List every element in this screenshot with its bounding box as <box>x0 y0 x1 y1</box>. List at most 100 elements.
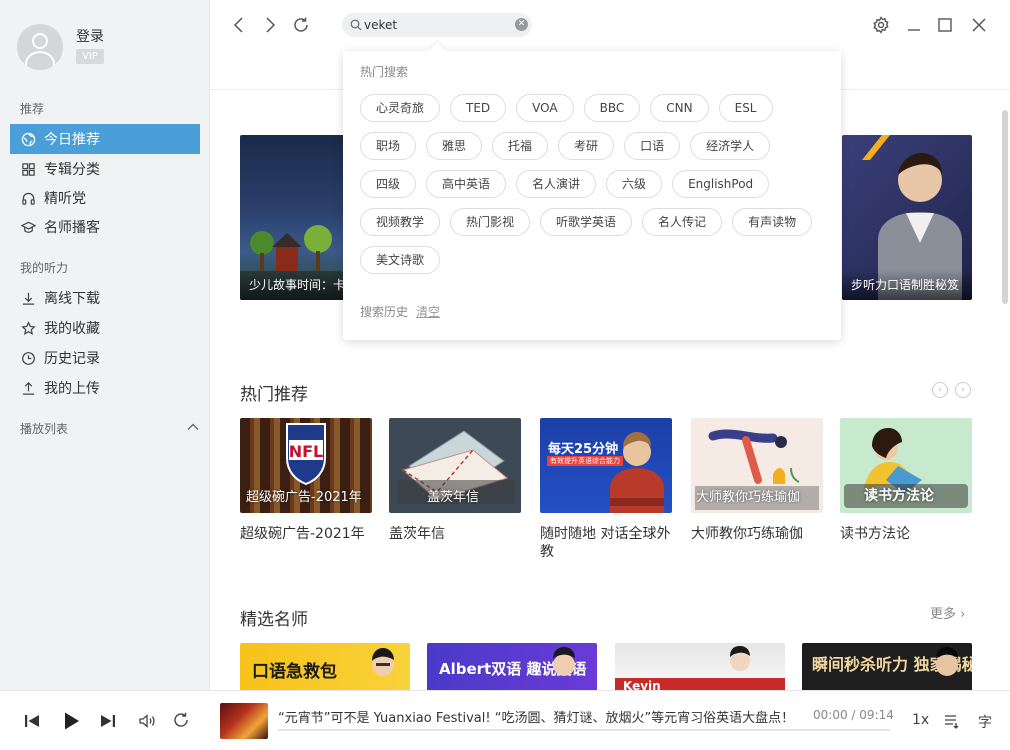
refresh-icon[interactable] <box>292 16 310 34</box>
hot-search-tag[interactable]: 心灵奇旅 <box>360 94 441 122</box>
teacher-card[interactable]: Kevin <box>615 643 785 690</box>
album-title: 读书方法论 <box>840 526 910 542</box>
close-icon[interactable] <box>970 16 988 34</box>
banner-listening-speaking[interactable]: 步听力口语制胜秘笈 <box>842 135 972 300</box>
hot-search-tag[interactable]: BBC <box>583 94 641 122</box>
sidebar-item-today[interactable]: 今日推荐 <box>10 124 200 154</box>
clear-history-link[interactable]: 清空 <box>416 305 440 319</box>
playlist-icon[interactable] <box>943 712 961 730</box>
sidebar-item-label: 离线下载 <box>44 291 100 307</box>
sidebar-item-teachers[interactable]: 名师播客 <box>10 212 200 242</box>
player-bar: “元宵节”可不是 Yuanxiao Festival! “吃汤圆、猜灯谜、放烟火… <box>0 690 1010 750</box>
sidebar-item-favorites[interactable]: 我的收藏 <box>10 313 200 343</box>
album-overlay-text: 超级碗广告-2021年 <box>246 490 362 505</box>
star-icon <box>20 320 36 336</box>
scrollbar[interactable] <box>1002 110 1008 304</box>
hot-search-tag[interactable]: 雅思 <box>426 132 483 160</box>
more-link[interactable]: 更多 › <box>930 603 965 622</box>
sidebar-item-category[interactable]: 专辑分类 <box>10 154 200 184</box>
hot-search-tag[interactable]: 名人传记 <box>642 208 723 236</box>
hot-search-tag[interactable]: 职场 <box>360 132 417 160</box>
sidebar-item-label: 我的收藏 <box>44 321 100 337</box>
settings-gear-icon[interactable] <box>872 16 890 34</box>
album-overlay-text: 大师教你巧练瑜伽 <box>696 490 801 505</box>
hot-search-tag[interactable]: 视频教学 <box>360 208 441 236</box>
hot-search-tag[interactable]: EnglishPod <box>672 170 770 198</box>
hot-search-tag[interactable]: 热门影视 <box>450 208 531 236</box>
lyrics-button[interactable]: 字 <box>978 712 992 732</box>
play-icon[interactable] <box>60 710 82 732</box>
search-input[interactable] <box>364 16 512 34</box>
maximize-icon[interactable] <box>936 16 954 34</box>
upload-icon <box>20 380 36 396</box>
sidebar-item-label: 历史记录 <box>44 351 100 367</box>
album-card[interactable]: 每天25分钟 有效提升英语综合能力 随时随地 对话全球外教 <box>540 418 672 561</box>
hot-search-tag[interactable]: CNN <box>650 94 709 122</box>
next-track-icon[interactable] <box>98 711 118 731</box>
current-time: 00:00 <box>813 708 848 722</box>
graduation-cap-icon <box>20 219 36 235</box>
album-card[interactable]: 大师教你巧练瑜伽 大师教你巧练瑜伽 <box>691 418 823 543</box>
history-label: 搜索历史 <box>360 305 409 319</box>
volume-icon[interactable] <box>137 711 157 731</box>
sidebar-item-uploads[interactable]: 我的上传 <box>10 373 200 403</box>
album-title: 大师教你巧练瑜伽 <box>691 526 803 542</box>
speed-button[interactable]: 1x <box>912 712 929 728</box>
hot-search-tag[interactable]: 经济学人 <box>690 132 771 160</box>
teacher-card-text: Kevin <box>623 679 661 690</box>
teacher-photo <box>553 647 575 676</box>
sidebar-item-download[interactable]: 离线下载 <box>10 283 200 313</box>
hot-search-tag[interactable]: 高中英语 <box>426 170 507 198</box>
time-display: 00:00 / 09:14 <box>813 708 894 722</box>
hot-search-tag[interactable]: 托福 <box>492 132 549 160</box>
album-card[interactable]: NFL 超级碗广告-2021年 超级碗广告-2021年 <box>240 418 372 543</box>
next-page-icon[interactable]: › <box>955 382 971 398</box>
now-playing-thumbnail[interactable] <box>220 703 268 739</box>
chevron-up-icon[interactable] <box>186 420 200 434</box>
loop-icon[interactable] <box>171 711 191 731</box>
banner-kids-story[interactable]: 少儿故事时间：卡 <box>240 135 360 300</box>
section-title-recommend: 推荐 <box>20 102 45 116</box>
hot-search-tag[interactable]: 有声读物 <box>732 208 813 236</box>
forward-arrow-icon[interactable] <box>261 16 279 34</box>
hot-search-tag[interactable]: 口语 <box>624 132 681 160</box>
banner-caption: 步听力口语制胜秘笈 <box>842 270 972 300</box>
hot-search-tag[interactable]: VOA <box>516 94 574 122</box>
album-overlay-text: 盖茨年信 <box>427 490 480 505</box>
search-suggestions-dropdown: 热门搜索 心灵奇旅 TED VOA BBC CNN ESL 职场 雅思 托福 考研 口语 经济学人四级… <box>343 42 841 340</box>
login-link[interactable]: 登录 <box>76 26 104 46</box>
hot-search-tag[interactable]: TED <box>450 94 507 122</box>
back-arrow-icon[interactable] <box>230 16 248 34</box>
hot-search-tag[interactable]: ESL <box>718 94 773 122</box>
sidebar-item-label: 专辑分类 <box>44 162 100 178</box>
sidebar-item-label: 名师播客 <box>44 220 100 236</box>
hot-search-tag[interactable]: 考研 <box>558 132 615 160</box>
sidebar-item-intensive[interactable]: 精听党 <box>10 183 200 213</box>
album-card[interactable]: 读书方法论 读书方法论 <box>840 418 972 543</box>
clear-search-icon[interactable]: ✕ <box>515 18 528 31</box>
previous-track-icon[interactable] <box>22 711 42 731</box>
album-thumbnail: 盖茨年信 <box>389 418 521 513</box>
hot-search-tag[interactable]: 四级 <box>360 170 417 198</box>
album-thumbnail: 大师教你巧练瑜伽 <box>691 418 823 513</box>
compass-icon <box>20 131 36 147</box>
progress-bar[interactable] <box>278 729 890 731</box>
sidebar-item-label: 精听党 <box>44 191 86 207</box>
hot-search-tag[interactable]: 六级 <box>606 170 663 198</box>
sidebar-item-history[interactable]: 历史记录 <box>10 343 200 373</box>
hot-search-tag[interactable]: 名人演讲 <box>516 170 597 198</box>
prev-page-icon[interactable]: ‹ <box>932 382 948 398</box>
hot-search-tag[interactable]: 听歌学英语 <box>540 208 633 236</box>
minimize-icon[interactable] <box>905 16 923 34</box>
teacher-card[interactable]: Albert双语 趣说英语 <box>427 643 597 690</box>
section-title-my: 我的听力 <box>20 261 69 275</box>
avatar[interactable] <box>17 24 63 70</box>
hot-search-tag[interactable]: 美文诗歌 <box>360 246 441 274</box>
teacher-card[interactable]: 瞬间秒杀听力 独家揭秘 <box>802 643 972 690</box>
duration: 09:14 <box>859 708 894 722</box>
teacher-photo <box>936 647 958 676</box>
sidebar: 登录 VIP 推荐 今日推荐 专辑分类 精听党 名师播客 我的听力 离线下载 我… <box>0 0 210 690</box>
album-card[interactable]: 盖茨年信 盖茨年信 <box>389 418 521 543</box>
teacher-card[interactable]: 口语急救包 <box>240 643 410 690</box>
headphones-icon <box>20 190 36 206</box>
